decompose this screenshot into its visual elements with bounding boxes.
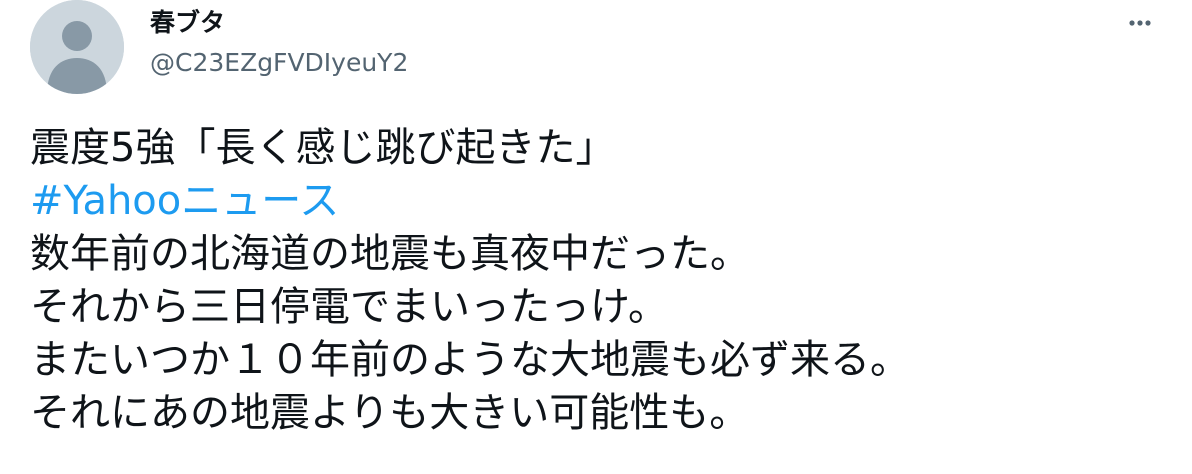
- tweet-line: それから三日停電でまいったっけ。: [30, 284, 668, 330]
- default-profile-icon: [30, 0, 124, 94]
- user-handle[interactable]: @C23EZgFVDIyeuY2: [150, 46, 408, 80]
- user-info: 春ブタ @C23EZgFVDIyeuY2: [150, 6, 408, 80]
- avatar[interactable]: [30, 0, 124, 94]
- more-options-icon: [1129, 20, 1151, 26]
- display-name[interactable]: 春ブタ: [150, 6, 408, 40]
- tweet-line: それにあの地震よりも大きい可能性も。: [30, 390, 750, 436]
- tweet-text: 震度5強「長く感じ跳び起きた」 #Yahooニュース 数年前の北海道の地震も真夜…: [30, 122, 1170, 440]
- hashtag-link[interactable]: #Yahooニュース: [30, 178, 339, 224]
- tweet-line: 数年前の北海道の地震も真夜中だった。: [30, 231, 750, 277]
- tweet-line: 震度5強「長く感じ跳び起きた」: [30, 125, 616, 171]
- tweet-card: 春ブタ @C23EZgFVDIyeuY2 震度5強「長く感じ跳び起きた」 #Ya…: [0, 0, 1192, 474]
- more-options-button[interactable]: [1118, 8, 1162, 38]
- tweet-line: またいつか１０年前のような大地震も必ず来る。: [30, 337, 910, 383]
